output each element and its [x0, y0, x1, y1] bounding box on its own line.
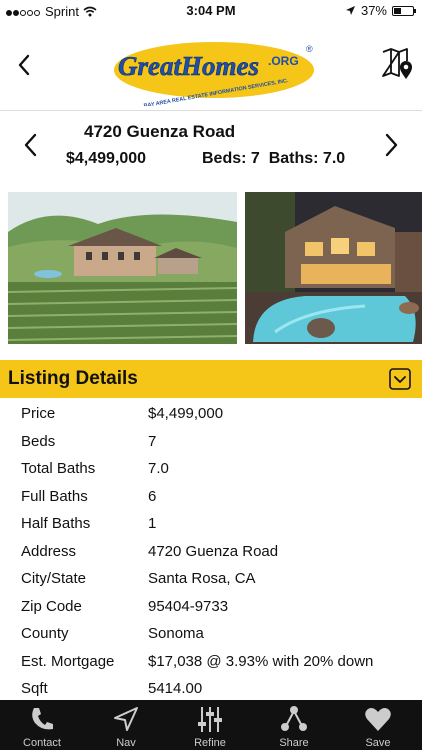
detail-row: Sqft 5414.00: [0, 675, 422, 703]
detail-label: Half Baths: [21, 515, 91, 532]
tab-share-label: Share: [279, 737, 309, 749]
location-arrow-icon: [345, 6, 355, 15]
tab-save[interactable]: Save: [336, 700, 420, 750]
detail-value: $17,038 @ 3.93% with 20% down: [148, 652, 374, 670]
navigation-bar: GreatHomes .ORG ® BAY AREA REAL ESTATE I…: [0, 22, 422, 111]
detail-label: County: [21, 625, 69, 642]
tab-share[interactable]: Share: [252, 700, 336, 750]
detail-label: Est. Mortgage: [21, 652, 115, 670]
share-icon: [281, 706, 307, 731]
tab-contact[interactable]: Contact: [0, 700, 84, 750]
listing-summary: 4720 Guenza Road $4,499,000 Beds: 7 Bath…: [0, 112, 422, 190]
detail-row: Full Baths 6: [0, 483, 422, 511]
detail-row: Total Baths 7.0: [0, 455, 422, 483]
heart-icon: [365, 708, 391, 731]
tab-save-label: Save: [365, 737, 391, 749]
listing-photo-pool[interactable]: [245, 192, 422, 344]
listing-photo-exterior[interactable]: [8, 192, 237, 344]
detail-label: Address: [21, 542, 77, 560]
phone-icon: [32, 708, 53, 730]
battery-percent: 37%: [360, 3, 387, 18]
detail-label: City/State: [21, 570, 87, 587]
logo-wordmark: GreatHomes: [118, 51, 259, 81]
battery-icon: [392, 5, 416, 16]
section-title: Listing Details: [8, 368, 138, 389]
greathomes-logo[interactable]: GreatHomes .ORG ® BAY AREA REAL ESTATE I…: [108, 30, 318, 106]
detail-row: Zip Code 95404-9733: [0, 593, 422, 621]
bottom-tab-bar: Contact Nav Refine Share Save: [0, 700, 422, 750]
detail-value: $4,499,000: [148, 405, 224, 422]
detail-value: 5414.00: [148, 680, 203, 697]
back-chevron-icon[interactable]: [12, 50, 36, 80]
tab-refine-label: Refine: [194, 737, 226, 749]
detail-value: Santa Rosa, CA: [148, 570, 256, 587]
detail-label: Zip Code: [21, 597, 82, 615]
detail-value: 1: [148, 515, 157, 532]
next-listing-icon[interactable]: [380, 130, 402, 160]
listing-details-header[interactable]: Listing Details: [0, 360, 422, 398]
map-pin-icon[interactable]: [380, 46, 416, 82]
status-bar: Sprint 3:04 PM 37%: [0, 0, 422, 22]
detail-row: County Sonoma: [0, 620, 422, 648]
detail-row: Beds 7: [0, 428, 422, 456]
detail-value: 95404-9733: [148, 597, 229, 615]
sliders-icon: [198, 707, 222, 732]
previous-listing-icon[interactable]: [20, 130, 42, 160]
detail-label: Total Baths: [21, 460, 96, 477]
tab-contact-label: Contact: [23, 737, 61, 749]
detail-row: Price $4,499,000: [0, 400, 422, 428]
detail-value: 7.0: [148, 460, 169, 477]
listing-address: 4720 Guenza Road: [84, 122, 236, 141]
navigation-arrow-icon: [114, 707, 138, 731]
tab-refine[interactable]: Refine: [168, 700, 252, 750]
logo-suffix: .ORG: [268, 54, 299, 68]
detail-row: Half Baths 1: [0, 510, 422, 538]
detail-value: 7: [148, 432, 157, 450]
chevron-down-icon[interactable]: [389, 368, 411, 390]
detail-value: Sonoma: [148, 625, 204, 642]
listing-price: $4,499,000: [66, 150, 147, 167]
detail-label: Sqft: [21, 680, 48, 697]
detail-label: Beds: [21, 432, 56, 450]
detail-row: Address 4720 Guenza Road: [0, 538, 422, 566]
tab-nav-label: Nav: [116, 737, 136, 749]
tab-nav[interactable]: Nav: [84, 700, 168, 750]
svg-text:®: ®: [306, 44, 313, 54]
detail-value: 4720 Guenza Road: [148, 542, 279, 560]
detail-label: Price: [21, 405, 56, 422]
detail-value: 6: [148, 487, 157, 505]
detail-label: Full Baths: [21, 487, 88, 505]
detail-row: Est. Mortgage $17,038 @ 3.93% with 20% do…: [0, 648, 422, 676]
detail-row: City/State Santa Rosa, CA: [0, 565, 422, 593]
listing-beds-baths: Beds: 7 Baths: 7.0: [202, 150, 346, 167]
